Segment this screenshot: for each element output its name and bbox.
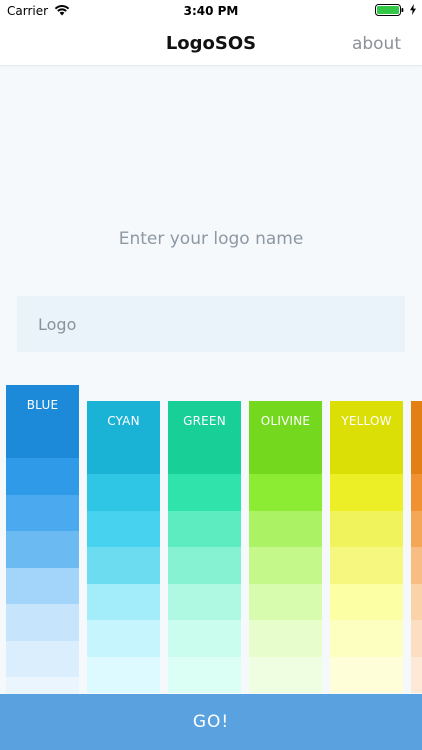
color-swatch[interactable] <box>168 583 241 620</box>
color-swatch[interactable] <box>330 547 403 584</box>
color-swatch[interactable] <box>330 583 403 620</box>
color-swatch[interactable] <box>330 656 403 693</box>
palette-olivine[interactable]: OLIVINE <box>249 401 322 694</box>
color-swatch[interactable] <box>6 494 79 531</box>
color-swatch[interactable] <box>87 510 160 547</box>
color-swatch[interactable] <box>411 510 422 547</box>
color-swatch[interactable] <box>330 474 403 511</box>
color-swatch[interactable] <box>411 656 422 693</box>
logo-name-prompt: Enter your logo name <box>118 229 304 249</box>
color-swatch[interactable] <box>87 547 160 584</box>
color-swatch[interactable] <box>249 656 322 693</box>
color-swatch[interactable] <box>249 510 322 547</box>
wifi-icon <box>54 4 70 19</box>
color-swatch[interactable] <box>168 510 241 547</box>
color-swatch[interactable] <box>411 401 422 474</box>
status-left: Carrier <box>7 4 70 19</box>
color-swatch[interactable] <box>411 547 422 584</box>
color-swatch[interactable] <box>411 620 422 657</box>
color-swatch[interactable] <box>168 474 241 511</box>
color-swatch[interactable] <box>330 510 403 547</box>
color-palette-strip: BLUE CYAN GREEN OLIVINE YELLOW <box>0 0 422 750</box>
color-swatch[interactable] <box>87 474 160 511</box>
color-swatch[interactable] <box>87 583 160 620</box>
color-swatch[interactable] <box>6 458 79 495</box>
color-swatch[interactable] <box>87 620 160 657</box>
navigation-bar: LogoSOS about <box>0 22 422 66</box>
color-swatch[interactable] <box>6 385 79 458</box>
color-swatch[interactable] <box>6 604 79 641</box>
color-swatch[interactable] <box>249 474 322 511</box>
logo-name-input[interactable] <box>17 296 405 352</box>
palette-green[interactable]: GREEN <box>168 401 241 694</box>
color-swatch[interactable] <box>249 547 322 584</box>
color-swatch[interactable] <box>87 656 160 693</box>
palette-blue[interactable]: BLUE <box>6 385 79 694</box>
color-swatch[interactable] <box>6 640 79 677</box>
carrier-label: Carrier <box>7 4 49 18</box>
color-swatch[interactable] <box>6 531 79 568</box>
battery-icon <box>375 3 407 19</box>
color-swatch[interactable] <box>168 547 241 584</box>
palette-orange[interactable] <box>411 401 422 694</box>
about-button[interactable]: about <box>352 22 401 66</box>
color-swatch[interactable] <box>168 401 241 474</box>
status-bar: Carrier 3:40 PM <box>0 0 422 22</box>
palette-yellow[interactable]: YELLOW <box>330 401 403 694</box>
color-swatch[interactable] <box>249 401 322 474</box>
color-swatch[interactable] <box>6 677 79 694</box>
color-swatch[interactable] <box>411 583 422 620</box>
go-button[interactable]: GO! <box>0 694 422 750</box>
color-swatch[interactable] <box>249 583 322 620</box>
color-swatch[interactable] <box>168 656 241 693</box>
color-swatch[interactable] <box>168 620 241 657</box>
status-right <box>375 3 416 19</box>
color-swatch[interactable] <box>330 620 403 657</box>
color-swatch[interactable] <box>87 401 160 474</box>
color-swatch[interactable] <box>6 567 79 604</box>
color-swatch[interactable] <box>249 620 322 657</box>
color-swatch[interactable] <box>411 474 422 511</box>
charging-bolt-icon <box>410 4 416 18</box>
color-swatch[interactable] <box>330 401 403 474</box>
palette-cyan[interactable]: CYAN <box>87 401 160 694</box>
